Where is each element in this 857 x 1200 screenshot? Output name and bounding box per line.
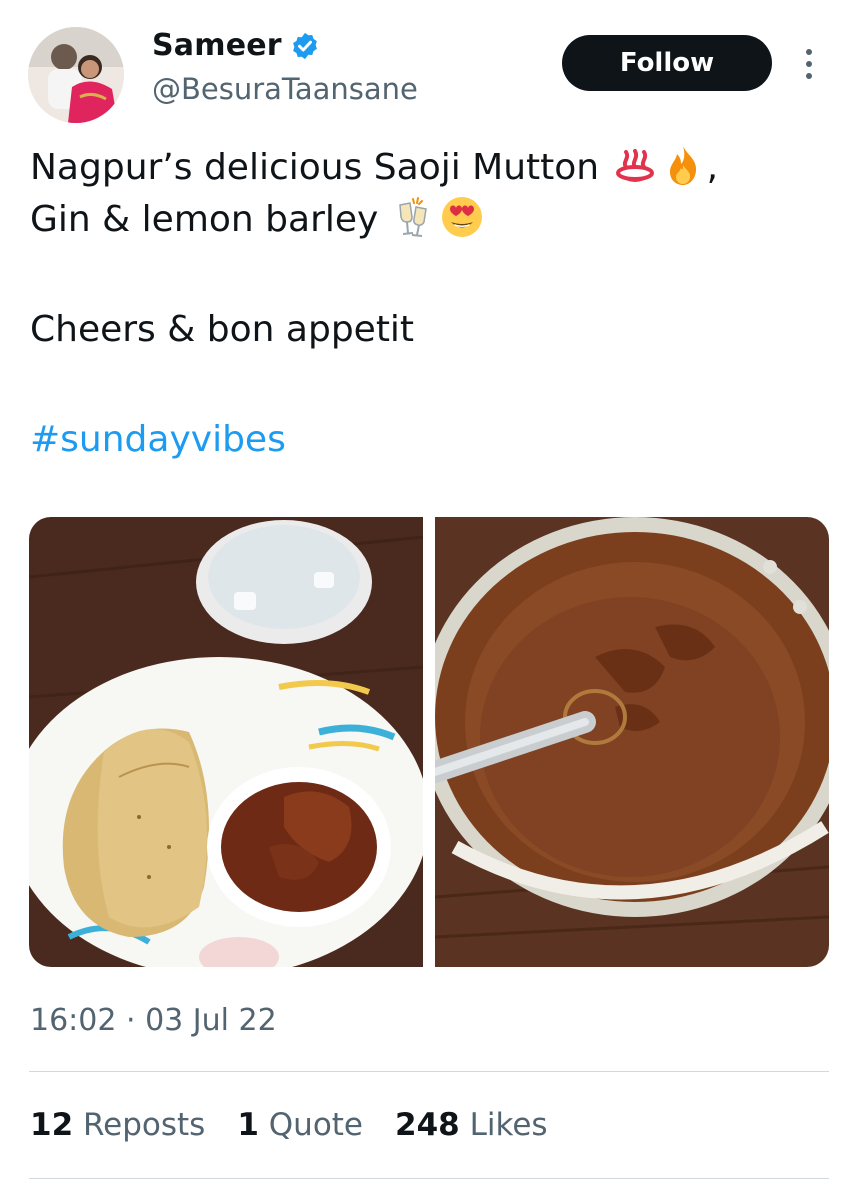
author-handle[interactable]: @BesuraTaansane (152, 72, 418, 106)
fire-emoji-icon (669, 146, 696, 185)
tweet-timestamp[interactable]: 16:02 · 03 Jul 22 (30, 1003, 277, 1038)
reposts-stat[interactable]: 12 Reposts (30, 1107, 205, 1143)
clinking-glasses-emoji-icon (398, 197, 427, 237)
divider (29, 1071, 829, 1072)
follow-button[interactable]: Follow (562, 35, 772, 91)
tweet-line-3: Cheers & bon appetit (30, 309, 415, 350)
tweet-header: Sameer @BesuraTaansane Follow (0, 0, 857, 130)
tweet-text: Nagpur’s delicious Saoji Mutton , Gin & … (30, 142, 830, 466)
avatar[interactable] (28, 27, 124, 123)
tweet-line-1: Nagpur’s delicious Saoji Mutton , (30, 142, 830, 194)
more-options-button[interactable] (792, 42, 826, 86)
quotes-stat[interactable]: 1 Quote (237, 1107, 363, 1143)
likes-stat[interactable]: 248 Likes (395, 1107, 548, 1143)
verified-badge-icon (292, 32, 317, 59)
engagement-stats: 12 Reposts 1 Quote 248 Likes (30, 1107, 548, 1143)
media-grid (29, 517, 829, 967)
tweet-line-2: Gin & lemon barley (30, 194, 830, 246)
more-vertical-icon (806, 49, 812, 55)
heart-eyes-emoji-icon (441, 197, 482, 237)
display-name[interactable]: Sameer (152, 28, 320, 63)
hot-springs-emoji-icon (615, 149, 654, 182)
author-name: Sameer (152, 28, 282, 63)
divider (29, 1178, 829, 1179)
photo-pot-of-mutton-curry[interactable] (435, 517, 829, 967)
photo-plate-rotis-curry[interactable] (29, 517, 423, 967)
hashtag-link[interactable]: #sundayvibes (30, 414, 830, 466)
profile-photo (28, 27, 124, 123)
